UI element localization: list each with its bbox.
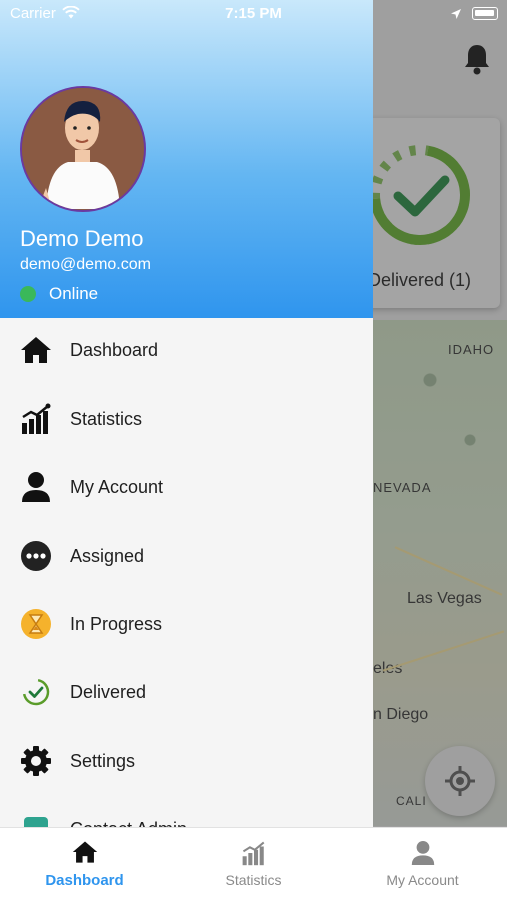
hourglass-icon [18, 606, 54, 642]
menu-item-label: Statistics [70, 408, 143, 429]
tab-label: Statistics [225, 872, 282, 888]
menu-item-dashboard[interactable]: Dashboard [0, 316, 373, 384]
location-arrow-icon [451, 9, 461, 19]
user-email: demo@demo.com [20, 256, 151, 273]
chat-icon [18, 811, 54, 827]
battery-icon [472, 7, 498, 20]
menu-item-label: Assigned [70, 545, 145, 566]
user-name: Demo Demo [20, 226, 144, 251]
menu-item-label: In Progress [70, 613, 163, 634]
menu-item-my-account[interactable]: My Account [0, 453, 373, 521]
tab-my-account[interactable]: My Account [338, 836, 507, 896]
drawer-header: Demo Demo demo@demo.com Online [0, 0, 373, 318]
menu-item-label: My Account [70, 476, 164, 497]
delivered-check-icon [18, 674, 54, 710]
home-icon [0, 840, 169, 868]
menu-item-label: Delivered [70, 681, 147, 702]
home-icon [18, 332, 54, 368]
menu-item-label: Contact Admin [70, 819, 187, 828]
tab-label: Dashboard [45, 872, 124, 889]
side-drawer: Demo Demo demo@demo.com Online Dashboard… [0, 0, 373, 827]
menu-item-statistics[interactable]: Statistics [0, 385, 373, 453]
statistics-icon [169, 840, 338, 868]
menu-item-assigned[interactable]: Assigned [0, 522, 373, 590]
bottom-tab-bar: Dashboard Statistics My Account [0, 827, 507, 900]
gear-icon [18, 743, 54, 779]
avatar-illustration [22, 88, 143, 209]
tab-label: My Account [386, 872, 459, 888]
menu-item-in-progress[interactable]: In Progress [0, 590, 373, 658]
more-dots-icon [18, 538, 54, 574]
user-icon [338, 840, 507, 868]
status-bar: Carrier 7:15 PM [0, 0, 507, 28]
menu-item-settings[interactable]: Settings [0, 727, 373, 795]
statistics-icon [18, 401, 54, 437]
menu-item-contact-admin[interactable]: Contact Admin [0, 795, 373, 827]
clock: 7:15 PM [225, 5, 282, 22]
app-screen: IDAHO NEVADA Las Vegas eles n Diego CALI… [0, 0, 507, 900]
user-icon [18, 469, 54, 505]
user-status: Online [49, 284, 99, 303]
menu-item-label: Settings [70, 750, 136, 771]
menu-item-label: Dashboard [70, 339, 159, 360]
tab-statistics[interactable]: Statistics [169, 836, 338, 896]
menu-item-delivered[interactable]: Delivered [0, 658, 373, 726]
tab-dashboard[interactable]: Dashboard [0, 836, 169, 896]
online-status-dot [20, 286, 36, 302]
avatar[interactable] [20, 86, 146, 212]
